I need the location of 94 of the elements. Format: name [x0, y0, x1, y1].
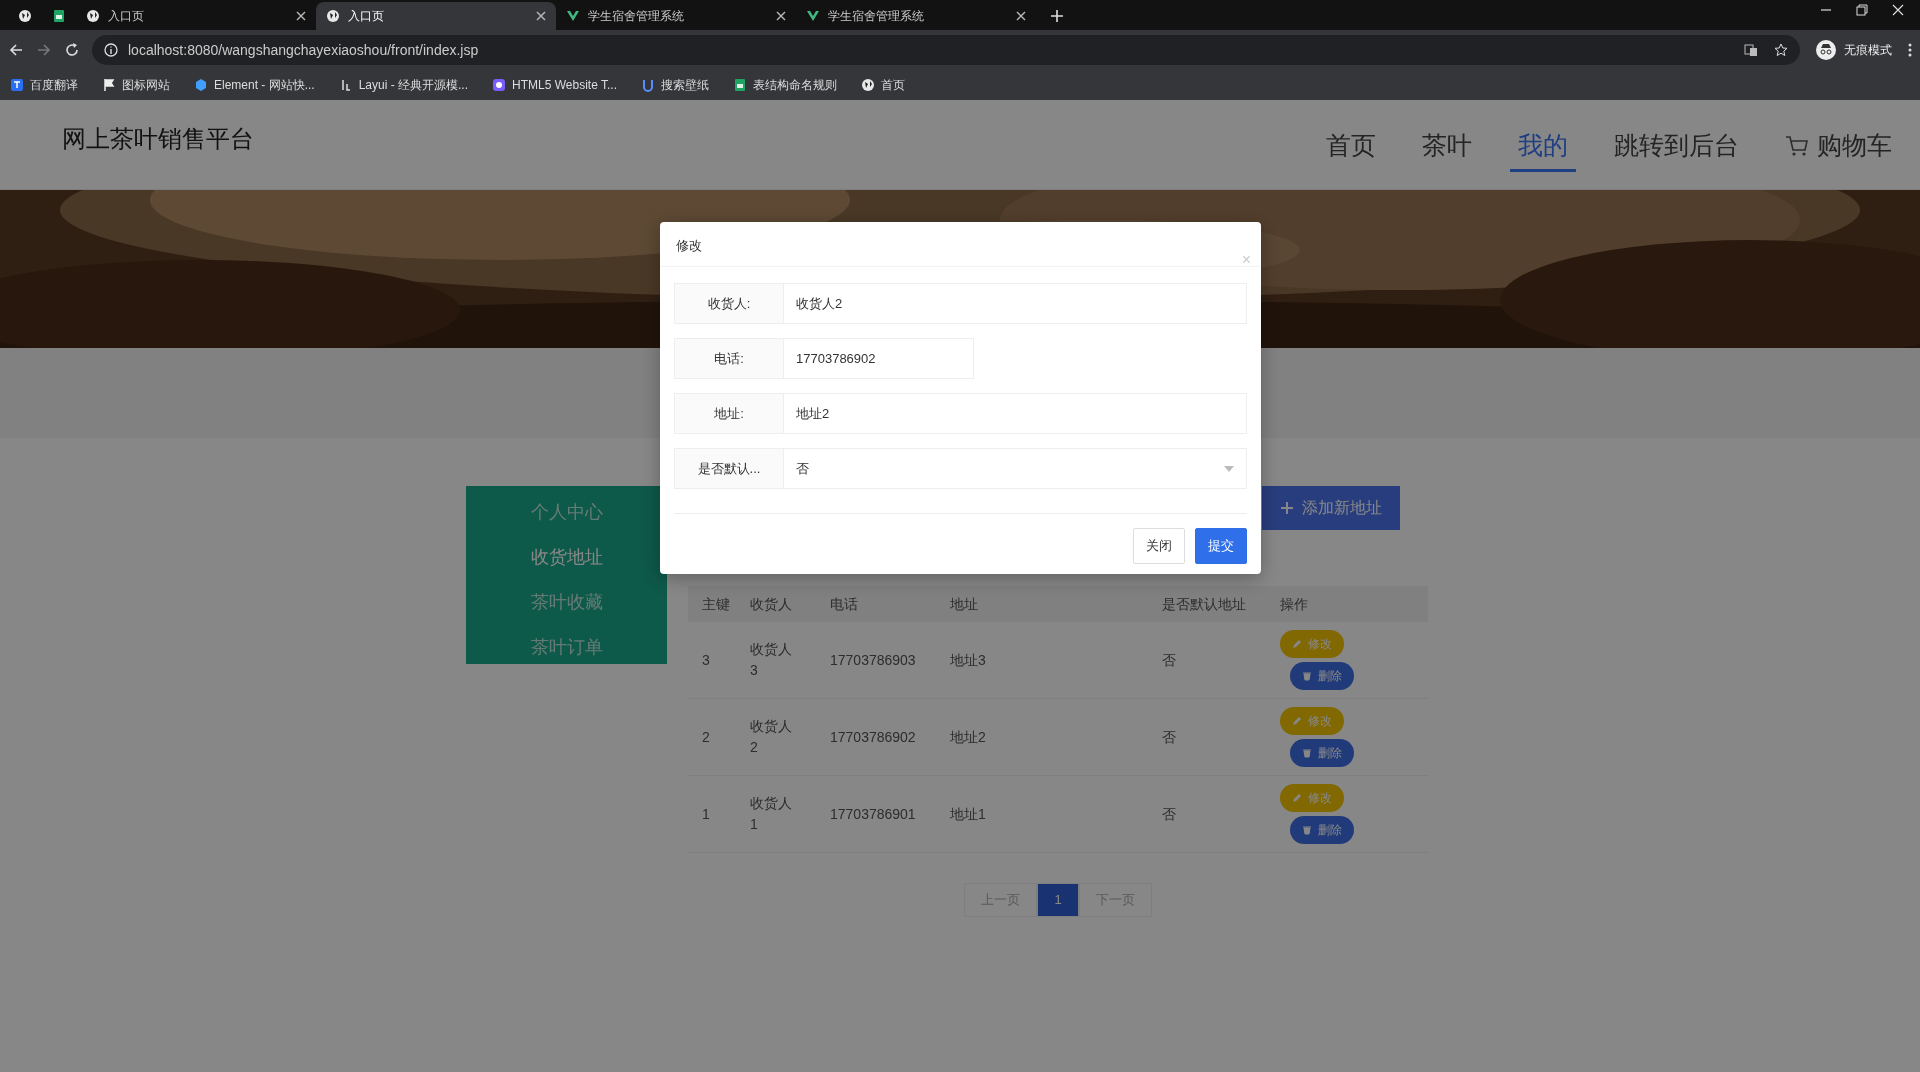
globe-icon [18, 9, 32, 23]
bookmark[interactable]: Layui - 经典开源模... [338, 76, 469, 94]
submit-button[interactable]: 提交 [1195, 528, 1247, 564]
globe-icon [326, 9, 340, 23]
nav-link-item[interactable]: 我的 [1510, 127, 1576, 172]
plus-icon [1280, 501, 1294, 515]
input-field[interactable]: 收货人2 [784, 283, 1247, 324]
nav-link-item[interactable]: 首页 [1318, 127, 1384, 172]
close-icon[interactable] [776, 11, 786, 21]
pencil-icon [1292, 639, 1302, 649]
table-cell-text: 地址1 [950, 804, 987, 824]
bookmark[interactable]: 百度翻译 [10, 76, 78, 94]
trash-icon [1302, 748, 1312, 758]
globe-icon [86, 9, 100, 23]
globe-icon [861, 78, 875, 92]
table-cell-text: 地址2 [950, 727, 987, 747]
restore-icon[interactable] [1856, 4, 1868, 16]
plus-icon[interactable] [1050, 9, 1064, 23]
field-label: 是否默认... [674, 448, 784, 489]
table-cell-text: 1 [701, 804, 711, 824]
delete-button[interactable]: 删除 [1290, 739, 1354, 767]
spreadsheet-icon [52, 9, 66, 23]
close-icon[interactable] [1016, 11, 1026, 21]
translate-icon[interactable] [1744, 43, 1758, 57]
table-cell-text: 17703786901 [830, 804, 917, 824]
column-header: 地址 [950, 594, 979, 614]
trash-icon [1302, 671, 1312, 681]
bookmark[interactable]: Element - 网站快... [194, 76, 315, 94]
v-logo-icon [806, 9, 820, 23]
caret-icon [1224, 465, 1234, 472]
select-field[interactable]: 否 [784, 448, 1247, 489]
bookmark[interactable]: 图标网站 [102, 76, 170, 94]
dialog-title: 修改 [676, 238, 702, 253]
close-icon[interactable] [296, 11, 306, 21]
close-icon[interactable] [1892, 4, 1904, 16]
trash-icon [1302, 825, 1312, 835]
close-button[interactable]: 关闭 [1133, 528, 1185, 564]
reload-icon[interactable] [64, 42, 80, 58]
v-logo-icon [566, 9, 580, 23]
table-cell-text: 17703786902 [830, 727, 917, 747]
table-cell-text: 2 [701, 727, 711, 747]
input-field[interactable]: 17703786902 [784, 338, 974, 379]
field-label: 地址: [674, 393, 784, 434]
back-icon[interactable] [8, 42, 24, 58]
pencil-icon [1292, 793, 1302, 803]
field-label: 电话: [674, 338, 784, 379]
table-cell-text: 收货人2 [750, 717, 793, 757]
delete-button[interactable]: 删除 [1290, 662, 1354, 690]
browser-tab[interactable]: 学生宿舍管理系统 [796, 2, 1036, 30]
profile-chip[interactable]: 无痕模式 [1812, 40, 1896, 60]
table-cell-text: 否 [1162, 804, 1177, 824]
info-icon [104, 43, 118, 57]
browser-tab[interactable]: 入口页 [76, 2, 316, 30]
input-field[interactable]: 地址2 [784, 393, 1247, 434]
more-icon[interactable] [1908, 43, 1912, 57]
browser-tab[interactable]: 学生宿舍管理系统 [556, 2, 796, 30]
site-title: 网上茶叶销售平台 [62, 123, 254, 154]
column-header: 电话 [830, 594, 859, 614]
table-cell-text: 17703786903 [830, 650, 917, 670]
incognito-icon [1816, 40, 1836, 60]
flag-icon [102, 78, 116, 92]
nav-link-item[interactable]: 跳转到后台 [1606, 127, 1747, 172]
pencil-icon [1292, 716, 1302, 726]
translate-icon [10, 78, 24, 92]
column-header: 主键 [701, 594, 731, 614]
bookmark[interactable]: HTML5 Website T... [492, 76, 617, 94]
table-cell-text: 收货人1 [750, 794, 793, 834]
cart-icon [1785, 135, 1809, 157]
hexagon-icon [194, 78, 208, 92]
delete-button[interactable]: 删除 [1290, 816, 1354, 844]
u-shape-icon [641, 78, 655, 92]
bookmark[interactable]: 搜索壁纸 [641, 76, 709, 94]
column-header: 操作 [1280, 594, 1309, 614]
address-bar[interactable]: localhost:8080/wangshangchayexiaoshou/front/index.jsp [92, 35, 1800, 65]
field-label: 收货人: [674, 283, 784, 324]
table-cell-text: 地址3 [950, 650, 987, 670]
bookmark[interactable]: 首页 [861, 76, 905, 94]
add-address-button[interactable]: 添加新地址 [1262, 486, 1400, 530]
bookmark[interactable]: 表结构命名规则 [733, 76, 837, 94]
rounded-square-icon [492, 78, 507, 92]
browser-tab[interactable]: 入口页 [316, 2, 556, 30]
nav-link-item[interactable]: 茶叶 [1414, 127, 1480, 172]
forward-icon[interactable] [36, 42, 52, 58]
nav-link-item[interactable]: 购物车 [1777, 127, 1900, 172]
column-header: 是否默认地址 [1162, 594, 1247, 614]
table-cell-text: 否 [1162, 727, 1177, 747]
page-button[interactable]: 1 [1037, 883, 1079, 917]
spreadsheet-icon [733, 78, 747, 92]
table-cell-text: 否 [1162, 650, 1177, 670]
column-header: 收货人 [750, 594, 793, 614]
table-cell-text: 3 [701, 650, 711, 670]
close-icon[interactable] [536, 11, 546, 21]
star-icon[interactable] [1774, 43, 1788, 57]
table-cell-text: 收货人3 [750, 640, 793, 680]
